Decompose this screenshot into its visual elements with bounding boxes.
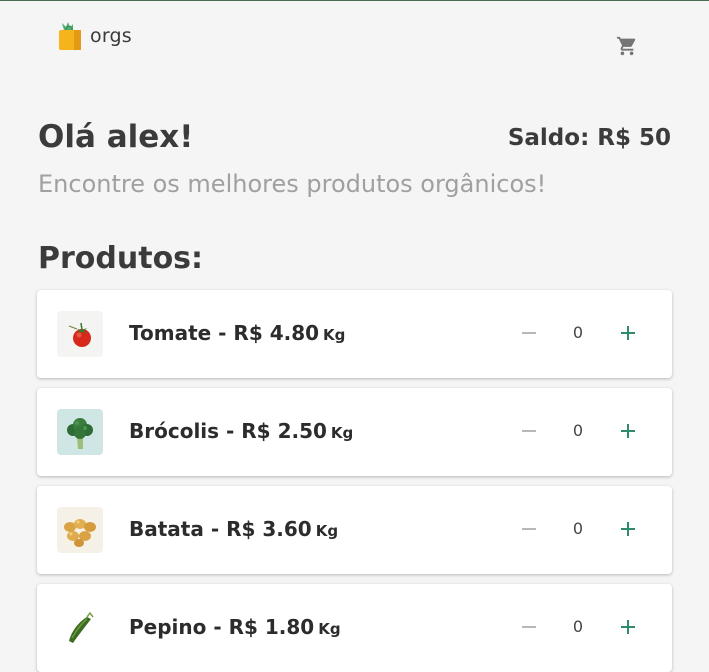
product-name: Brócolis - R$ 2.50 Kg xyxy=(129,419,354,443)
increase-button[interactable] xyxy=(616,517,640,541)
logo-text: orgs xyxy=(90,25,132,47)
decrease-button[interactable] xyxy=(517,615,541,639)
greeting: Olá alex! xyxy=(38,119,194,155)
product-unit: Kg xyxy=(330,424,354,442)
quantity-value: 0 xyxy=(572,519,584,538)
product-unit: Kg xyxy=(318,620,341,638)
product-name: Batata - R$ 3.60 Kg xyxy=(129,517,339,541)
tomato-icon xyxy=(57,311,103,357)
decrease-button[interactable] xyxy=(517,517,541,541)
top-bar: orgs xyxy=(0,1,709,81)
product-card-pepino[interactable]: Pepino - R$ 1.80 Kg 0 xyxy=(37,584,672,672)
cart-icon[interactable] xyxy=(616,35,638,57)
logo[interactable]: orgs xyxy=(57,21,132,51)
product-name: Tomate - R$ 4.80 Kg xyxy=(129,321,346,345)
quantity-value: 0 xyxy=(572,617,584,636)
subtitle: Encontre os melhores produtos orgânicos! xyxy=(38,170,547,198)
balance: Saldo: R$ 50 xyxy=(507,125,671,151)
shopping-bag-icon xyxy=(59,22,81,50)
decrease-button[interactable] xyxy=(517,419,541,443)
quantity-value: 0 xyxy=(572,323,584,342)
potato-icon xyxy=(57,507,103,553)
product-card-batata[interactable]: Batata - R$ 3.60 Kg 0 xyxy=(37,486,672,574)
cucumber-icon xyxy=(57,605,103,651)
product-unit: Kg xyxy=(323,326,346,344)
decrease-button[interactable] xyxy=(517,321,541,345)
product-unit: Kg xyxy=(315,522,339,540)
increase-button[interactable] xyxy=(616,419,640,443)
product-name: Pepino - R$ 1.80 Kg xyxy=(129,615,341,639)
increase-button[interactable] xyxy=(616,321,640,345)
products-title: Produtos: xyxy=(38,241,204,276)
broccoli-icon xyxy=(57,409,103,455)
quantity-value: 0 xyxy=(572,421,584,440)
product-card-brocolis[interactable]: Brócolis - R$ 2.50 Kg 0 xyxy=(37,388,672,476)
increase-button[interactable] xyxy=(616,615,640,639)
product-card-tomate[interactable]: Tomate - R$ 4.80 Kg 0 xyxy=(37,290,672,378)
